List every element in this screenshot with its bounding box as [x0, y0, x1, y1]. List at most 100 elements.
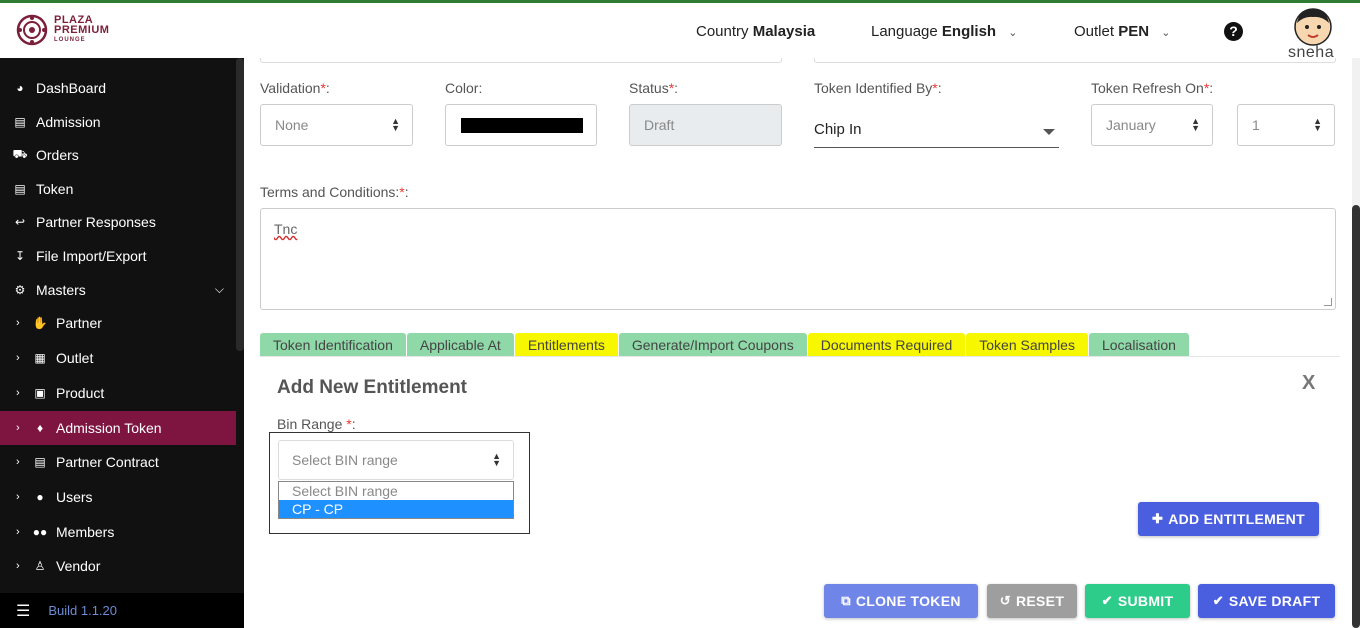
bin-range-select[interactable]: Select BIN range ▲ ▼ [278, 440, 514, 480]
color-swatch [461, 118, 583, 133]
logo-mark-icon [16, 14, 48, 46]
country-label: Country [696, 23, 749, 40]
sidebar-item-file-import-export[interactable]: ↧ File Import/Export [0, 239, 236, 273]
chevron-down-icon: ⌵ [214, 282, 224, 296]
logo-text: PLAZA PREMIUM LOUNGE [54, 15, 109, 45]
plaza-premium-logo[interactable]: PLAZA PREMIUM LOUNGE [16, 14, 109, 46]
add-entitlement-label: ADD ENTITLEMENT [1168, 511, 1305, 527]
bin-range-option-selected[interactable]: CP - CP [279, 500, 513, 518]
country-value: Malaysia [752, 23, 816, 40]
sidebar-item-members[interactable]: › ●● Members [0, 515, 236, 549]
tab-token-samples[interactable]: Token Samples [966, 333, 1088, 357]
country-indicator: Country Malaysia [696, 23, 815, 40]
color-picker[interactable] [445, 104, 597, 146]
bin-range-placeholder: Select BIN range [292, 452, 398, 468]
reset-button[interactable]: ↺ RESET [987, 584, 1077, 618]
tab-token-identification[interactable]: Token Identification [260, 333, 406, 357]
sidebar-scrollbar[interactable] [236, 58, 244, 351]
tab-divider [260, 356, 1340, 357]
label-colon: : [325, 80, 330, 96]
sidebar-item-admission-token[interactable]: › ♦ Admission Token [0, 411, 236, 445]
chevron-right-icon: › [16, 317, 20, 329]
token-identified-select[interactable]: Chip In [814, 111, 1059, 148]
sidebar-item-partner-contract[interactable]: › ▤ Partner Contract [0, 445, 236, 479]
sidebar-item-admission[interactable]: ▤ Admission [0, 105, 236, 139]
admission-card-icon: ▤ [14, 115, 26, 129]
plus-icon: ✚ [1152, 511, 1164, 526]
chevron-right-icon: › [16, 422, 20, 434]
submit-label: SUBMIT [1117, 593, 1174, 609]
sidebar-item-orders[interactable]: ⛟ Orders [0, 138, 236, 172]
dashboard-icon: ◕ [16, 81, 24, 95]
bin-range-option[interactable]: Select BIN range [279, 482, 513, 500]
chevron-down-icon: ⌄ [1008, 27, 1018, 39]
sidebar-footer: ☰ Build 1.1.20 [0, 593, 244, 628]
tab-documents-required[interactable]: Documents Required [807, 333, 966, 357]
sidebar-item-vendor[interactable]: › ♙ Vendor [0, 549, 236, 583]
check-icon: ✔ [1212, 593, 1224, 608]
label-colon: : [351, 416, 356, 432]
select-arrows-icon: ▲ ▼ [391, 116, 400, 133]
validation-label-text: Validation [260, 80, 321, 96]
sitemap-icon: ⚙ [14, 283, 26, 297]
help-icon[interactable]: ? [1224, 22, 1243, 41]
token-refresh-month-value: January [1106, 117, 1156, 133]
sidebar-item-label: Admission Token [56, 420, 162, 436]
tab-generate-import-coupons[interactable]: Generate/Import Coupons [618, 333, 807, 357]
outlet-value: PEN [1118, 23, 1150, 40]
chevron-right-icon: › [16, 352, 20, 364]
terms-textarea[interactable]: Tnc [260, 208, 1336, 310]
close-icon[interactable]: X [1302, 372, 1315, 395]
sidebar-item-partner[interactable]: › ✋ Partner [0, 306, 236, 340]
terms-label: Terms and Conditions:*: [260, 184, 409, 200]
logo-line2: PREMIUM [54, 24, 110, 36]
label-colon: : [1209, 80, 1214, 96]
label-colon: : [937, 80, 942, 96]
sidebar-item-product[interactable]: › ▣ Product [0, 376, 236, 410]
add-entitlement-title: Add New Entitlement [277, 377, 468, 398]
caret-down-icon [1043, 129, 1055, 135]
sidebar-item-label: Partner Contract [56, 454, 159, 470]
logo-line3: LOUNGE [54, 37, 86, 43]
copy-icon: ⧉ [841, 593, 851, 608]
token-refresh-day-select[interactable]: 1 ▲ ▼ [1237, 104, 1335, 146]
chevron-right-icon: › [16, 491, 20, 503]
resize-handle-icon[interactable] [1324, 298, 1332, 306]
handshake-icon: ✋ [32, 316, 48, 330]
token-refresh-month-select[interactable]: January ▲ ▼ [1091, 104, 1213, 146]
language-dropdown[interactable]: Language English ⌄ [871, 23, 1017, 40]
submit-button[interactable]: ✔ SUBMIT [1085, 584, 1190, 618]
chevron-right-icon: › [16, 456, 20, 468]
sidebar-item-label: Outlet [56, 350, 94, 366]
tab-entitlements[interactable]: Entitlements [514, 333, 618, 357]
sidebar-item-outlet[interactable]: › ▦ Outlet [0, 341, 236, 375]
validation-select[interactable]: None ▲ ▼ [260, 104, 413, 146]
clone-token-button[interactable]: ⧉ CLONE TOKEN [824, 584, 978, 618]
person-icon: ♙ [34, 559, 46, 573]
token-tabs: Token Identification Applicable At Entit… [260, 333, 1190, 357]
status-label-text: Status [629, 80, 669, 96]
sidebar-item-users[interactable]: › ● Users [0, 480, 236, 514]
select-arrows-icon: ▲ ▼ [1313, 116, 1322, 133]
sidebar-item-token[interactable]: ▤ Token [0, 172, 236, 206]
hamburger-menu-icon[interactable]: ☰ [16, 601, 30, 621]
sidebar-item-masters[interactable]: ⚙ Masters ⌵ [0, 273, 236, 307]
sidebar-item-partner-responses[interactable]: ↩ Partner Responses [0, 205, 236, 239]
add-entitlement-button[interactable]: ✚ ADD ENTITLEMENT [1138, 502, 1319, 536]
status-value: Draft [644, 117, 675, 133]
cut-off-input[interactable] [260, 58, 782, 63]
tab-applicable-at[interactable]: Applicable At [406, 333, 514, 357]
sidebar-item-label: Vendor [56, 558, 101, 574]
outlet-dropdown[interactable]: Outlet PEN ⌄ [1074, 23, 1170, 40]
user-avatar-icon[interactable] [1292, 6, 1334, 46]
terms-label-text: Terms and Conditions: [260, 184, 400, 200]
save-draft-button[interactable]: ✔ SAVE DRAFT [1198, 584, 1335, 618]
sidebar-item-dashboard[interactable]: ◕ DashBoard [0, 71, 236, 105]
sidebar-item-label: Partner [56, 315, 102, 331]
gift-icon: ▣ [34, 386, 46, 400]
page-scrollbar-thumb[interactable] [1352, 205, 1360, 628]
cut-off-input[interactable] [814, 58, 1336, 63]
tab-localisation[interactable]: Localisation [1088, 333, 1189, 357]
sidebar-item-label: Members [56, 524, 115, 540]
cart-icon: ⛟ [12, 147, 28, 161]
